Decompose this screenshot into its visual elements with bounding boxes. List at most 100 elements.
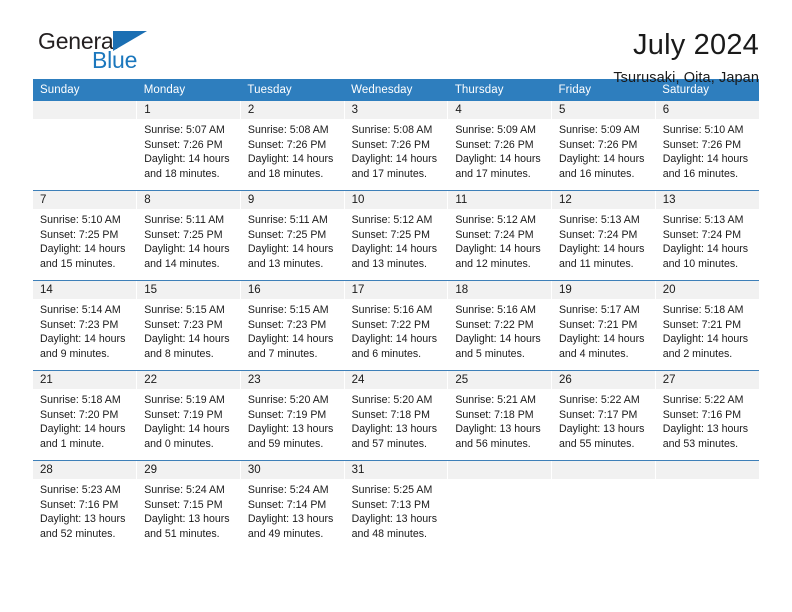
- day-number: 22: [137, 371, 240, 389]
- calendar-day-cell-empty: [655, 460, 759, 550]
- day-details: Sunrise: 5:08 AM Sunset: 7:26 PM Daylight:…: [345, 119, 448, 181]
- sunset-text: Sunset: 7:24 PM: [455, 228, 534, 241]
- sunset-text: Sunset: 7:21 PM: [662, 318, 742, 331]
- sunset-text: Sunset: 7:25 PM: [144, 228, 223, 241]
- calendar-day-cell[interactable]: 3 Sunrise: 5:08 AM Sunset: 7:26 PM Daylight…: [344, 101, 449, 191]
- calendar-day-cell[interactable]: 18 Sunrise: 5:16 AM Sunset: 7:22 PM Dayligh…: [447, 280, 553, 371]
- daylight-text: Daylight: 13 hours and 49 minutes.: [247, 513, 334, 540]
- calendar-day-cell[interactable]: 7 Sunrise: 5:10 AM Sunset: 7:25 PM Daylight…: [33, 190, 138, 281]
- day-details: Sunrise: 5:09 AM Sunset: 7:26 PM Daylight:…: [448, 119, 551, 181]
- sunset-text: Sunset: 7:15 PM: [144, 498, 223, 511]
- page-title: July 2024: [633, 29, 759, 61]
- daylight-text: Daylight: 13 hours and 52 minutes.: [40, 513, 126, 540]
- sunrise-text: Sunrise: 5:15 AM: [247, 304, 329, 316]
- calendar-day-cell[interactable]: 27 Sunrise: 5:22 AM Sunset: 7:16 PM Dayligh…: [655, 370, 759, 461]
- calendar-day-cell[interactable]: 19 Sunrise: 5:17 AM Sunset: 7:21 PM Dayligh…: [551, 280, 656, 371]
- calendar-day-cell[interactable]: 11 Sunrise: 5:12 AM Sunset: 7:24 PM Dayligh…: [447, 190, 553, 281]
- weekday-header-wednesday: Wednesday: [344, 79, 448, 101]
- daylight-text: Daylight: 13 hours and 48 minutes.: [351, 513, 437, 540]
- calendar-day-cell[interactable]: 22 Sunrise: 5:19 AM Sunset: 7:19 PM Dayligh…: [136, 370, 241, 461]
- weekday-header-thursday: Thursday: [447, 79, 552, 101]
- sunset-text: Sunset: 7:19 PM: [144, 408, 223, 421]
- day-details: Sunrise: 5:20 AM Sunset: 7:19 PM Daylight:…: [241, 389, 344, 451]
- day-number: 26: [552, 371, 655, 389]
- calendar-day-cell[interactable]: 21 Sunrise: 5:18 AM Sunset: 7:20 PM Dayligh…: [33, 370, 138, 461]
- sunset-text: Sunset: 7:23 PM: [144, 318, 223, 331]
- title-block: July 2024 Tsurusaki, Oita, Japan: [613, 28, 759, 88]
- day-number: 1: [137, 101, 240, 119]
- calendar-day-cell[interactable]: 25 Sunrise: 5:21 AM Sunset: 7:18 PM Dayligh…: [447, 370, 553, 461]
- day-details: Sunrise: 5:24 AM Sunset: 7:15 PM Daylight:…: [137, 479, 240, 541]
- daylight-text: Daylight: 14 hours and 6 minutes.: [351, 333, 437, 360]
- sunrise-text: Sunrise: 5:14 AM: [40, 304, 121, 316]
- calendar-day-cell[interactable]: 29 Sunrise: 5:24 AM Sunset: 7:15 PM Dayligh…: [136, 460, 241, 550]
- calendar-day-cell[interactable]: 31 Sunrise: 5:25 AM Sunset: 7:13 PM Dayligh…: [344, 460, 449, 550]
- sunset-text: Sunset: 7:21 PM: [559, 318, 638, 331]
- general-blue-logo[interactable]: General Blue: [38, 28, 168, 74]
- calendar-day-cell[interactable]: 2 Sunrise: 5:08 AM Sunset: 7:26 PM Daylight…: [240, 101, 345, 191]
- daylight-text: Daylight: 14 hours and 8 minutes.: [144, 333, 230, 360]
- day-details: Sunrise: 5:19 AM Sunset: 7:19 PM Daylight:…: [137, 389, 240, 451]
- day-number: 7: [33, 191, 137, 209]
- daylight-text: Daylight: 13 hours and 59 minutes.: [247, 423, 334, 450]
- daylight-text: Daylight: 14 hours and 12 minutes.: [455, 243, 541, 270]
- sunrise-text: Sunrise: 5:25 AM: [351, 484, 433, 496]
- calendar-day-cell[interactable]: 28 Sunrise: 5:23 AM Sunset: 7:16 PM Dayligh…: [33, 460, 138, 550]
- day-number: 29: [137, 461, 240, 479]
- daylight-text: Daylight: 14 hours and 5 minutes.: [455, 333, 541, 360]
- day-number: 9: [240, 191, 344, 209]
- calendar-day-cell[interactable]: 12 Sunrise: 5:13 AM Sunset: 7:24 PM Dayligh…: [551, 190, 656, 281]
- sunset-text: Sunset: 7:25 PM: [247, 228, 327, 241]
- sunset-text: Sunset: 7:17 PM: [559, 408, 638, 421]
- sunset-text: Sunset: 7:13 PM: [351, 498, 430, 511]
- calendar-day-cell[interactable]: 9 Sunrise: 5:11 AM Sunset: 7:25 PM Daylight…: [240, 190, 345, 281]
- sunrise-text: Sunrise: 5:18 AM: [662, 304, 744, 316]
- day-number: 12: [552, 191, 655, 209]
- calendar-day-cell[interactable]: 16 Sunrise: 5:15 AM Sunset: 7:23 PM Dayligh…: [240, 280, 345, 371]
- sunset-text: Sunset: 7:26 PM: [662, 138, 742, 151]
- daylight-text: Daylight: 14 hours and 13 minutes.: [247, 243, 334, 270]
- calendar-day-cell[interactable]: 5 Sunrise: 5:09 AM Sunset: 7:26 PM Daylight…: [551, 101, 656, 191]
- day-number: 25: [448, 371, 552, 389]
- day-details: Sunrise: 5:18 AM Sunset: 7:21 PM Daylight:…: [656, 299, 759, 361]
- day-details: Sunrise: 5:10 AM Sunset: 7:26 PM Daylight:…: [656, 119, 759, 181]
- calendar-day-cell-empty: [447, 460, 553, 550]
- day-number: [552, 461, 655, 479]
- day-details: Sunrise: 5:13 AM Sunset: 7:24 PM Daylight:…: [552, 209, 655, 271]
- calendar-day-cell[interactable]: 6 Sunrise: 5:10 AM Sunset: 7:26 PM Daylight…: [655, 101, 759, 191]
- day-number: 14: [33, 281, 137, 299]
- calendar-day-cell[interactable]: 15 Sunrise: 5:15 AM Sunset: 7:23 PM Dayligh…: [136, 280, 241, 371]
- calendar-day-cell[interactable]: 14 Sunrise: 5:14 AM Sunset: 7:23 PM Dayligh…: [33, 280, 138, 371]
- calendar-day-cell[interactable]: 30 Sunrise: 5:24 AM Sunset: 7:14 PM Dayligh…: [240, 460, 345, 550]
- calendar-day-cell[interactable]: 13 Sunrise: 5:13 AM Sunset: 7:24 PM Dayligh…: [655, 190, 759, 281]
- day-details: Sunrise: 5:12 AM Sunset: 7:25 PM Daylight:…: [345, 209, 448, 271]
- sunset-text: Sunset: 7:18 PM: [455, 408, 534, 421]
- calendar-day-cell[interactable]: 24 Sunrise: 5:20 AM Sunset: 7:18 PM Dayligh…: [344, 370, 449, 461]
- day-number: 8: [137, 191, 240, 209]
- day-number: 6: [655, 101, 759, 119]
- day-details: Sunrise: 5:12 AM Sunset: 7:24 PM Daylight:…: [448, 209, 551, 271]
- calendar-day-cell[interactable]: 26 Sunrise: 5:22 AM Sunset: 7:17 PM Dayligh…: [551, 370, 656, 461]
- daylight-text: Daylight: 13 hours and 55 minutes.: [559, 423, 645, 450]
- calendar-week-row: 14 Sunrise: 5:14 AM Sunset: 7:23 PM Dayligh…: [33, 280, 759, 371]
- daylight-text: Daylight: 14 hours and 17 minutes.: [455, 153, 541, 180]
- sunrise-text: Sunrise: 5:16 AM: [351, 304, 433, 316]
- sunset-text: Sunset: 7:22 PM: [351, 318, 430, 331]
- sunrise-text: Sunrise: 5:08 AM: [351, 124, 433, 136]
- calendar-day-cell[interactable]: 10 Sunrise: 5:12 AM Sunset: 7:25 PM Dayligh…: [344, 190, 449, 281]
- calendar-day-cell[interactable]: 20 Sunrise: 5:18 AM Sunset: 7:21 PM Dayligh…: [655, 280, 759, 371]
- daylight-text: Daylight: 14 hours and 16 minutes.: [662, 153, 749, 180]
- day-number: 5: [552, 101, 655, 119]
- calendar-day-cell[interactable]: 17 Sunrise: 5:16 AM Sunset: 7:22 PM Dayligh…: [344, 280, 449, 371]
- calendar-day-cell[interactable]: 23 Sunrise: 5:20 AM Sunset: 7:19 PM Dayligh…: [240, 370, 345, 461]
- calendar-day-cell[interactable]: 8 Sunrise: 5:11 AM Sunset: 7:25 PM Daylight…: [136, 190, 241, 281]
- daylight-text: Daylight: 14 hours and 13 minutes.: [351, 243, 437, 270]
- calendar-day-cell[interactable]: 4 Sunrise: 5:09 AM Sunset: 7:26 PM Daylight…: [447, 101, 553, 191]
- calendar-day-cell[interactable]: 1 Sunrise: 5:07 AM Sunset: 7:26 PM Daylight…: [136, 101, 241, 191]
- weekday-header-tuesday: Tuesday: [240, 79, 345, 101]
- sunset-text: Sunset: 7:16 PM: [662, 408, 742, 421]
- sunrise-text: Sunrise: 5:09 AM: [455, 124, 536, 136]
- calendar-week-row: 21 Sunrise: 5:18 AM Sunset: 7:20 PM Dayligh…: [33, 370, 759, 461]
- day-number: 16: [240, 281, 344, 299]
- day-number: 21: [33, 371, 137, 389]
